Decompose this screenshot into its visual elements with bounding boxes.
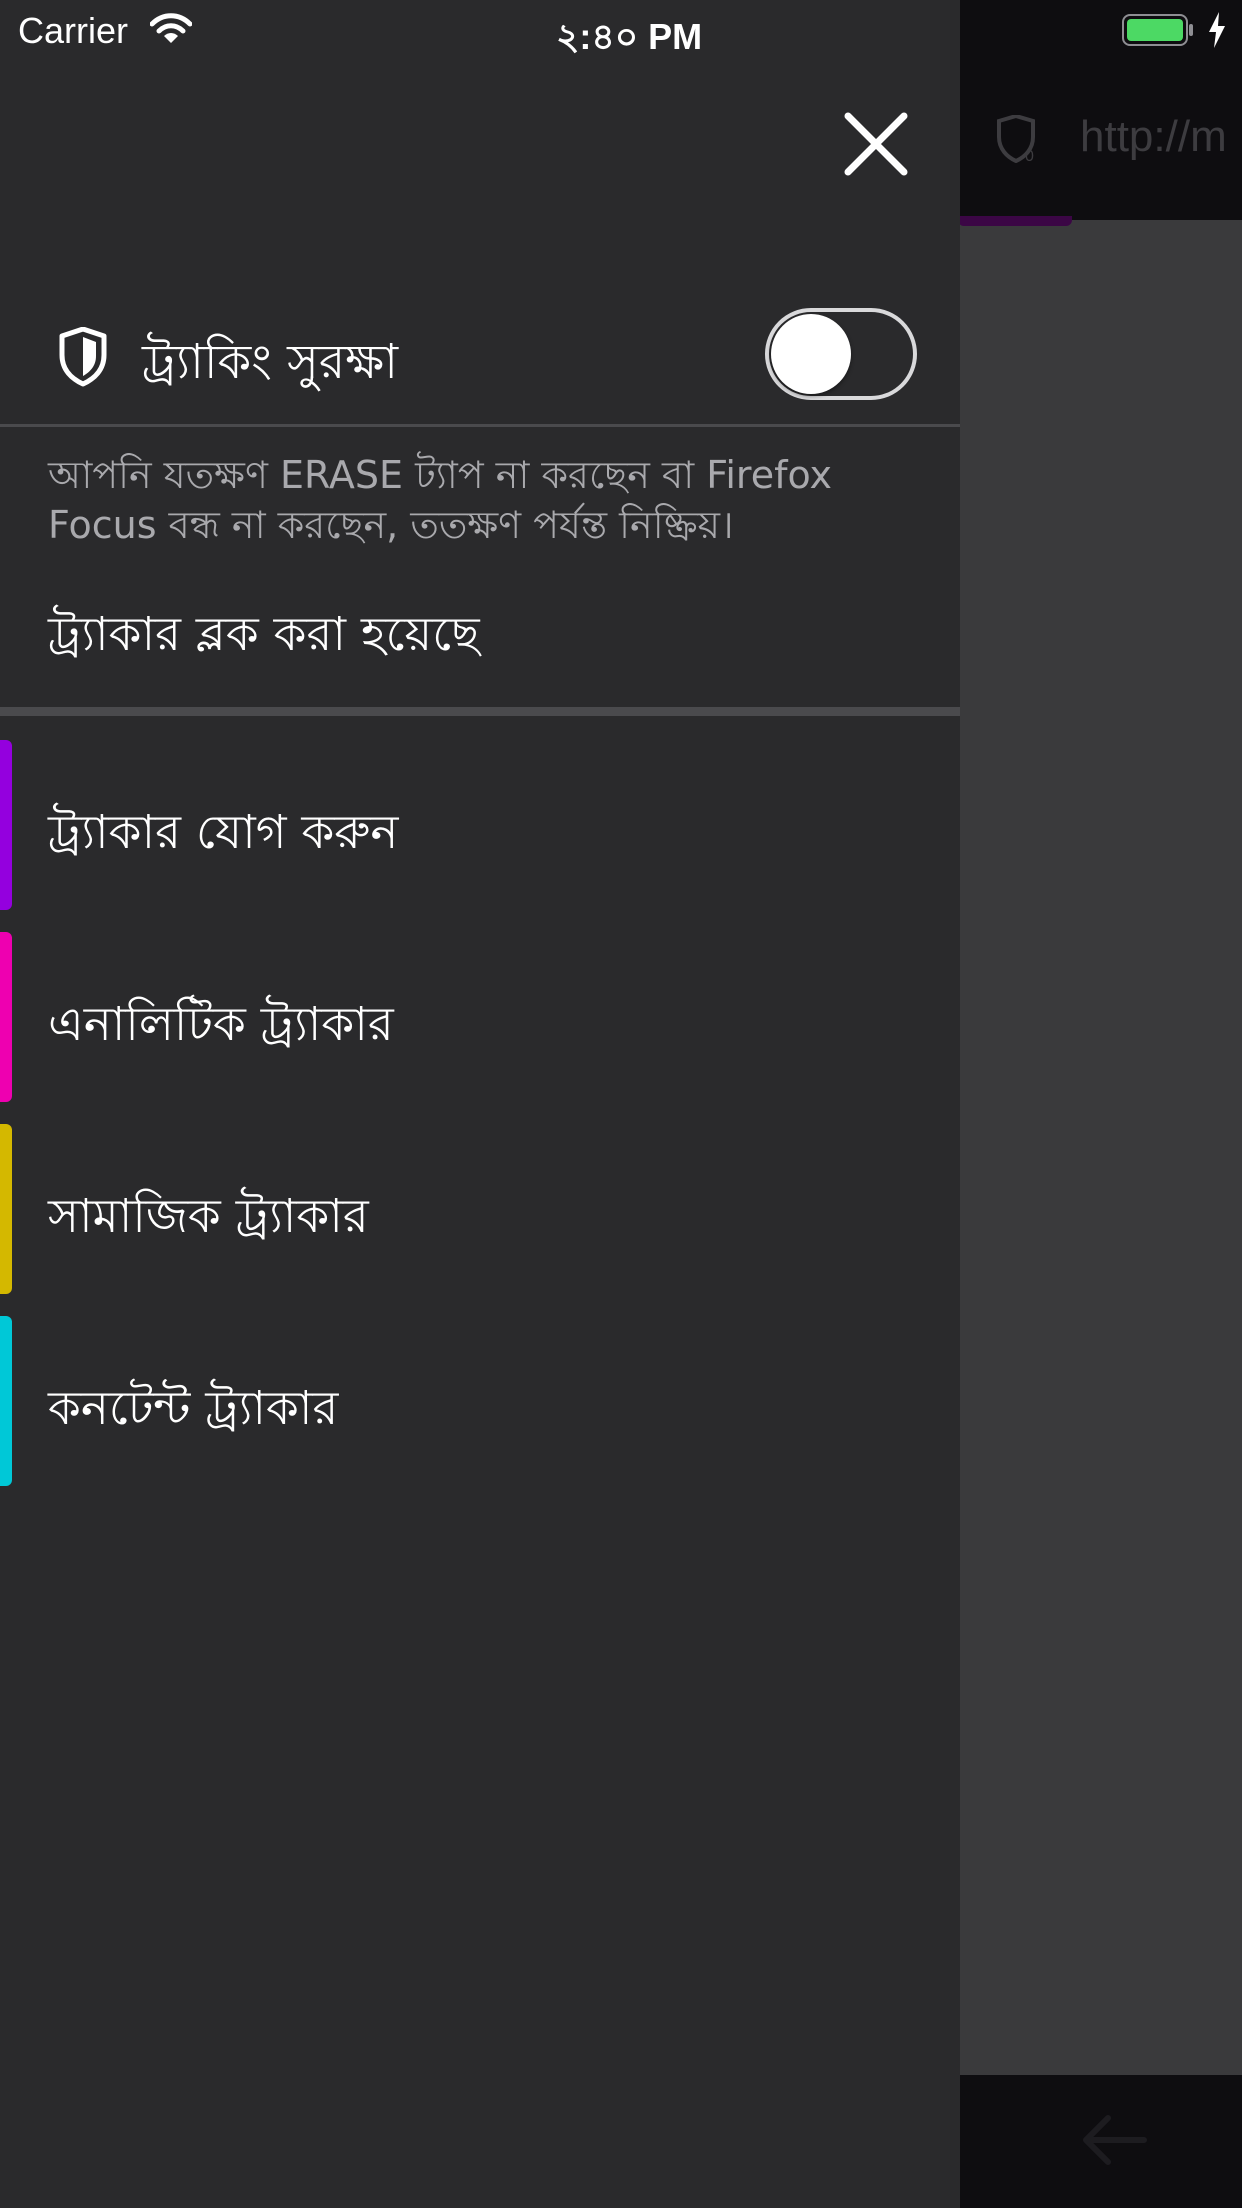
status-bar: Carrier ২:৪০ PM	[0, 0, 1242, 60]
tracking-protection-description: আপনি যতক্ষণ ERASE ট্যাপ না করছেন বা Fire…	[48, 453, 833, 547]
tracker-category-label: ট্র্যাকার যোগ করুন	[48, 805, 399, 860]
divider	[0, 424, 960, 427]
social-tracker-color-bar	[0, 1124, 12, 1294]
tracking-protection-row: ট্র্যাকিং সুরক্ষা	[0, 300, 960, 425]
close-icon[interactable]	[840, 108, 912, 180]
tracking-protection-drawer: ট্র্যাকিং সুরক্ষা আপনি যতক্ষণ ERASE ট্যা…	[0, 0, 960, 2208]
tracker-category-label: এনালিটিক ট্র্যাকার	[48, 997, 394, 1052]
tracker-category-content[interactable]: কনটেন্ট ট্র্যাকার	[0, 1316, 960, 1486]
svg-text:0: 0	[1025, 148, 1034, 163]
tracking-protection-label: ট্র্যাকিং সুরক্ষা	[142, 334, 399, 390]
ad-tracker-color-bar	[0, 740, 12, 910]
tracking-shield-icon: 0	[997, 115, 1035, 163]
tracker-category-social[interactable]: সামাজিক ট্র্যাকার	[0, 1124, 960, 1294]
analytics-tracker-color-bar	[0, 932, 12, 1102]
page-load-progress	[958, 216, 1072, 226]
tracker-category-label: কনটেন্ট ট্র্যাকার	[48, 1381, 339, 1436]
toggle-knob	[771, 314, 851, 394]
carrier-label: Carrier	[18, 10, 129, 51]
tracker-category-label: সামাজিক ট্র্যাকার	[48, 1189, 369, 1244]
back-arrow-icon	[1083, 2115, 1147, 2165]
section-divider	[0, 707, 960, 716]
trackers-blocked-label: ট্র্যাকার ব্লক করা হয়েছে	[48, 607, 480, 662]
shield-icon	[59, 327, 107, 387]
tracker-category-ad[interactable]: ট্র্যাকার যোগ করুন	[0, 740, 960, 910]
battery-icon	[1122, 14, 1193, 46]
background-url-text: http://m	[1080, 112, 1227, 161]
wifi-icon	[150, 13, 192, 43]
charging-bolt-icon	[1209, 12, 1225, 48]
tracking-protection-toggle[interactable]	[765, 308, 917, 400]
tracker-category-analytics[interactable]: এনালিটিক ট্র্যাকার	[0, 932, 960, 1102]
content-tracker-color-bar	[0, 1316, 12, 1486]
